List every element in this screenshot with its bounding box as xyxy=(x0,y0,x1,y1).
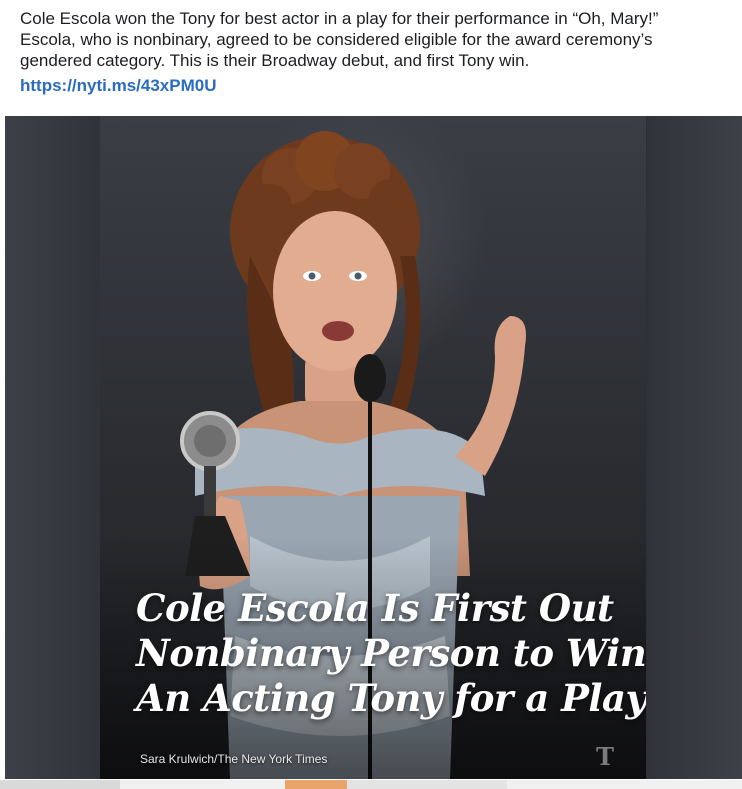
photo-credit: Sara Krulwich/The New York Times xyxy=(140,752,328,766)
article-link[interactable]: https://nyti.ms/43xPM0U xyxy=(20,75,217,96)
caption-line-3: gendered category. This is their Broadwa… xyxy=(20,51,530,70)
headline-line-2: Nonbinary Person to Win xyxy=(136,631,646,675)
caption-line-1: Cole Escola won the Tony for best actor … xyxy=(20,9,659,28)
caption-line-2: Escola, who is nonbinary, agreed to be c… xyxy=(20,30,653,49)
social-post: Cole Escola won the Tony for best actor … xyxy=(0,0,742,789)
nyt-logo-icon: T xyxy=(596,742,614,771)
photo-headline: Cole Escola Is First Out Nonbinary Perso… xyxy=(136,586,646,721)
scroll-strip xyxy=(0,780,742,789)
headline-line-3: An Acting Tony for a Play xyxy=(136,676,646,720)
article-photo[interactable]: Cole Escola Is First Out Nonbinary Perso… xyxy=(5,116,742,779)
photo-image: Cole Escola Is First Out Nonbinary Perso… xyxy=(100,116,646,779)
photo-blur-right xyxy=(647,116,742,779)
photo-blur-left xyxy=(5,116,100,779)
post-caption: Cole Escola won the Tony for best actor … xyxy=(20,8,735,71)
headline-line-1: Cole Escola Is First Out xyxy=(136,586,614,630)
